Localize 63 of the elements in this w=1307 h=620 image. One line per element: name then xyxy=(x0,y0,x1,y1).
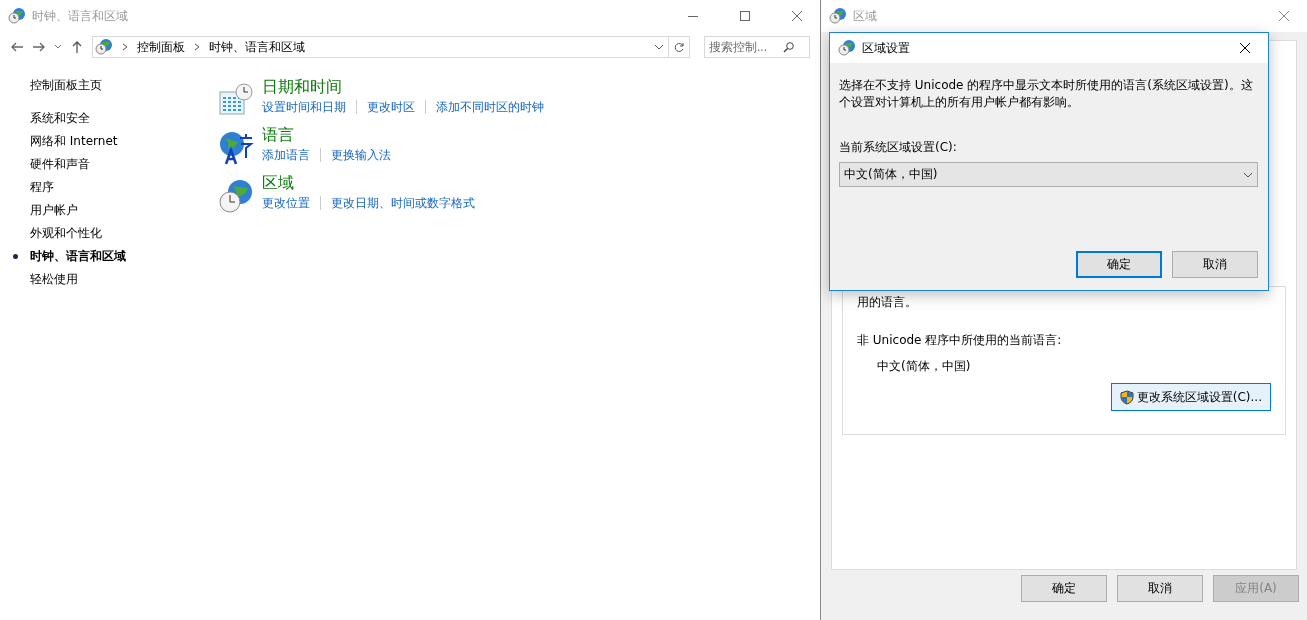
back-arrow-icon[interactable] xyxy=(10,40,24,54)
breadcrumb-item[interactable]: 控制面板 xyxy=(137,38,185,56)
change-locale-button[interactable]: 更改系统区域设置(C)... xyxy=(1110,383,1271,411)
task-link[interactable]: 添加不同时区的时钟 xyxy=(436,98,544,116)
location-icon xyxy=(95,39,113,55)
dialog-button[interactable]: 确定 xyxy=(1021,575,1107,602)
bullet-icon xyxy=(13,254,18,259)
up-arrow-icon[interactable] xyxy=(70,40,84,54)
globe-clock-icon xyxy=(218,178,254,214)
refresh-button[interactable] xyxy=(669,36,690,58)
task-link[interactable]: 更换输入法 xyxy=(331,146,391,164)
dialog-button[interactable]: 确定 xyxy=(1076,251,1162,278)
sidebar-item[interactable]: 网络和 Internet xyxy=(30,130,218,153)
description-text: 选择在不支持 Unicode 的程序中显示文本时所使用的语言(系统区域设置)。这个设置对计算机上的所有用户帐户都有影响。 xyxy=(839,77,1254,111)
sidebar-item[interactable]: 系统和安全 xyxy=(30,107,218,130)
locale-dropdown[interactable]: 中文(简体，中国) xyxy=(839,162,1258,187)
dropdown-caret-icon[interactable] xyxy=(54,44,62,50)
search-input[interactable]: 搜索控制... xyxy=(709,40,783,54)
field-label: 非 Unicode 程序中所使用的当前语言: xyxy=(857,332,1063,349)
address-bar[interactable]: 控制面板 时钟、语言和区域 xyxy=(92,36,669,58)
chevron-icon xyxy=(193,43,201,51)
breadcrumb-item[interactable]: 时钟、语言和区域 xyxy=(209,38,305,56)
refresh-icon xyxy=(673,41,685,53)
dialog-button[interactable]: 取消 xyxy=(1117,575,1203,602)
sidebar-item[interactable]: 硬件和声音 xyxy=(30,153,218,176)
dialog-title: 区域设置 xyxy=(862,39,911,57)
window-title: 区域 xyxy=(853,7,878,25)
dialog-button[interactable]: 取消 xyxy=(1172,251,1258,278)
task-link[interactable]: 更改日期、时间或数字格式 xyxy=(331,194,475,212)
sidebar-item[interactable]: 程序 xyxy=(30,176,218,199)
search-field[interactable]: 搜索控制... xyxy=(704,36,810,58)
calendar-clock-icon xyxy=(218,82,254,118)
sidebar-item[interactable]: 时钟、语言和区域 xyxy=(30,245,218,268)
description-text: 用的语言。 xyxy=(857,294,918,311)
forward-arrow-icon[interactable] xyxy=(32,40,46,54)
task-link[interactable]: 更改位置 xyxy=(262,194,310,212)
sidebar-item[interactable]: 用户帐户 xyxy=(30,199,218,222)
search-icon xyxy=(783,41,794,53)
category-title-link[interactable]: 区域 xyxy=(262,172,475,194)
window-title: 时钟、语言和区域 xyxy=(32,7,129,25)
close-icon xyxy=(792,11,802,21)
globe-letter-icon xyxy=(218,130,254,166)
category-title-link[interactable]: 语言 xyxy=(262,124,391,146)
sidebar-item[interactable]: 外观和个性化 xyxy=(30,222,218,245)
dropdown-caret-icon xyxy=(1243,171,1253,178)
minimize-icon xyxy=(688,15,698,17)
close-icon xyxy=(1279,11,1289,21)
task-link[interactable]: 添加语言 xyxy=(262,146,310,164)
chevron-icon xyxy=(121,43,129,51)
globe-clock-icon xyxy=(829,8,847,24)
dropdown-caret-icon[interactable] xyxy=(654,44,664,50)
task-link[interactable]: 设置时间和日期 xyxy=(262,98,346,116)
sidebar-link[interactable]: 控制面板主页 xyxy=(30,74,218,97)
task-link[interactable]: 更改时区 xyxy=(367,98,415,116)
current-language-text: 中文(简体，中国) xyxy=(876,358,972,375)
maximize-icon xyxy=(740,11,750,21)
sidebar-item[interactable]: 轻松使用 xyxy=(30,268,218,291)
close-icon xyxy=(1240,43,1250,53)
field-label: 当前系统区域设置(C): xyxy=(839,139,958,156)
category-title-link[interactable]: 日期和时间 xyxy=(262,76,544,98)
clock-globe-icon xyxy=(8,8,26,24)
globe-clock-icon xyxy=(838,40,856,56)
shield-icon xyxy=(1119,389,1134,405)
